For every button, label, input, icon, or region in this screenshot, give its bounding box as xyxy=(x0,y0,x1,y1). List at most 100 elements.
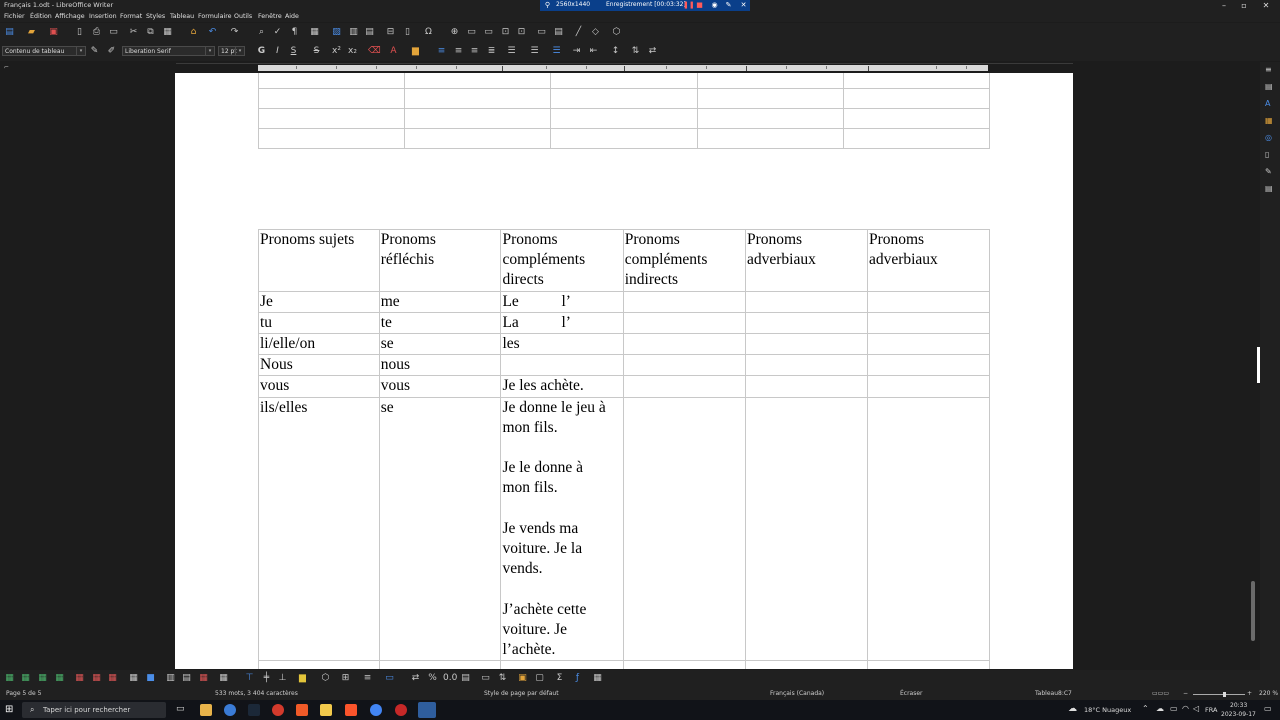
notifications-icon[interactable]: ▭ xyxy=(1264,704,1272,713)
table-cell[interactable]: La l’ xyxy=(500,311,624,335)
table-dialog-icon[interactable]: ▦ xyxy=(592,673,603,684)
align-bottom-icon[interactable]: ⊥ xyxy=(277,673,288,684)
page-count[interactable]: Page 5 de 5 xyxy=(6,690,41,697)
autoformat-styles-icon[interactable]: ⬡ xyxy=(320,673,331,684)
clear-formatting-icon[interactable]: ⌫ xyxy=(368,46,381,57)
stop-icon[interactable]: ■ xyxy=(696,2,703,9)
libreoffice-writer-taskbar-icon[interactable] xyxy=(418,702,436,718)
subscript-icon[interactable]: x₂ xyxy=(347,46,358,57)
align-top-icon[interactable]: ⊤ xyxy=(244,673,255,684)
strikethrough-icon[interactable]: S xyxy=(311,46,322,57)
footnote-icon[interactable]: ▭ xyxy=(466,27,477,38)
insert-image-icon[interactable]: ▨ xyxy=(331,27,342,38)
sort-icon[interactable]: ⇅ xyxy=(497,673,508,684)
volume-icon[interactable]: ◁ xyxy=(1193,704,1199,713)
border-color-icon[interactable]: ▭ xyxy=(384,673,395,684)
basic-shapes-icon[interactable]: ◇ xyxy=(590,27,601,38)
table-cell[interactable]: Je donne le jeu à mon fils. Je le donne … xyxy=(500,396,624,662)
styles-icon[interactable]: A xyxy=(1265,99,1270,108)
table-cell[interactable]: me xyxy=(378,290,502,313)
unprotect-cells-icon[interactable]: ▢ xyxy=(534,673,545,684)
header-cell[interactable]: Pronoms adverbiaux xyxy=(866,229,991,292)
spelling-icon[interactable]: ✓ xyxy=(272,27,283,38)
align-center-icon[interactable]: ≡ xyxy=(453,46,464,57)
endnote-icon[interactable]: ▭ xyxy=(483,27,494,38)
table-cell[interactable] xyxy=(744,333,868,356)
vertical-scrollbar[interactable] xyxy=(1249,63,1257,669)
table-cell[interactable]: vous xyxy=(378,375,502,398)
insert-formula-icon[interactable]: ƒ xyxy=(572,673,583,684)
table-cell[interactable] xyxy=(500,354,624,377)
chrome-icon[interactable] xyxy=(370,704,382,716)
cell-reference[interactable]: Tableau8:C7 xyxy=(1035,690,1072,697)
insert-field-icon[interactable]: ▯ xyxy=(402,27,413,38)
table-cell[interactable]: Je xyxy=(258,290,380,313)
table-cell[interactable]: ils/elles xyxy=(258,396,380,662)
app-icon-yellow[interactable] xyxy=(320,704,332,716)
select-column-icon[interactable]: ▥ xyxy=(165,673,176,684)
open-folder-icon[interactable]: ▰ xyxy=(26,27,37,38)
zoom-level[interactable]: 220 % xyxy=(1259,690,1278,697)
justify-icon[interactable]: ≣ xyxy=(486,46,497,57)
border-style-icon[interactable]: ≡ xyxy=(362,673,373,684)
bold-icon[interactable]: G xyxy=(256,46,267,57)
find-replace-icon[interactable]: ⌕ xyxy=(256,27,267,38)
delete-rows-icon[interactable]: ▦ xyxy=(74,673,85,684)
new-style-icon[interactable]: ✐ xyxy=(106,46,117,57)
table-cell[interactable] xyxy=(622,354,746,377)
menu-outils[interactable]: Outils xyxy=(234,13,252,20)
weather-status[interactable]: 18°C Nuageux xyxy=(1084,706,1131,714)
insert-rows-above-icon[interactable]: ▦ xyxy=(4,673,15,684)
cut-icon[interactable]: ✂ xyxy=(128,27,139,38)
onedrive-icon[interactable]: ☁ xyxy=(1156,704,1164,713)
table-cell[interactable] xyxy=(866,396,991,662)
align-right-icon[interactable]: ≡ xyxy=(469,46,480,57)
paste-icon[interactable]: ▦ xyxy=(162,27,173,38)
obs-icon[interactable] xyxy=(395,704,407,716)
paragraph-spacing-icon[interactable]: ⇅ xyxy=(630,46,641,57)
hyperlink-icon[interactable]: ⊕ xyxy=(449,27,460,38)
document-page[interactable]: Pronoms sujets Pronoms réfléchis Pronoms… xyxy=(175,73,1073,669)
table-cell[interactable] xyxy=(744,311,868,335)
table-cell[interactable] xyxy=(622,311,746,335)
more-options-icon[interactable]: ⇄ xyxy=(647,46,658,57)
clock-date[interactable]: 2023-09-17 xyxy=(1221,711,1256,718)
new-document-icon[interactable]: ▤ xyxy=(4,27,15,38)
battery-icon[interactable]: ▭ xyxy=(1170,704,1178,713)
menu-insertion[interactable]: Insertion xyxy=(89,13,117,20)
app-icon-red[interactable] xyxy=(272,704,284,716)
table-cell[interactable] xyxy=(622,396,746,662)
zoom-slider-thumb[interactable] xyxy=(1223,692,1226,697)
pause-icon[interactable]: ❚❚ xyxy=(683,2,695,9)
task-view-icon[interactable]: ▭ xyxy=(176,704,185,714)
menu-fichier[interactable]: Fichier xyxy=(4,13,25,20)
table-cell[interactable] xyxy=(744,354,868,377)
gallery-icon[interactable]: ▦ xyxy=(1265,116,1273,125)
text-language[interactable]: Français (Canada) xyxy=(770,690,824,697)
table-properties-icon[interactable]: ▤ xyxy=(460,673,471,684)
table-cell[interactable] xyxy=(866,333,991,356)
taskbar-search-box[interactable]: ⌕ Taper ici pour rechercher xyxy=(22,702,166,718)
network-icon[interactable]: ◠ xyxy=(1182,704,1189,713)
table-cell[interactable] xyxy=(866,354,991,377)
header-cell[interactable]: Pronoms réfléchis xyxy=(378,229,502,292)
manage-changes-icon[interactable]: ▤ xyxy=(1265,184,1273,193)
track-changes-icon[interactable]: ▤ xyxy=(553,27,564,38)
zoom-out-icon[interactable]: − xyxy=(1183,690,1188,697)
menu-tableau[interactable]: Tableau xyxy=(170,13,194,20)
insert-columns-before-icon[interactable]: ▦ xyxy=(37,673,48,684)
header-cell[interactable]: Pronoms compléments directs xyxy=(500,229,624,292)
app-icon-orange[interactable] xyxy=(296,704,308,716)
select-table-icon[interactable]: ▦ xyxy=(128,673,139,684)
table-cell[interactable]: li/elle/on xyxy=(258,333,380,356)
bookmark-icon[interactable]: ⊡ xyxy=(500,27,511,38)
minimize-button[interactable]: – xyxy=(1214,0,1234,11)
table-cell[interactable] xyxy=(866,311,991,335)
bullet-list-icon[interactable]: ☰ xyxy=(506,46,517,57)
save-icon[interactable]: ▣ xyxy=(48,27,59,38)
highlight-color-icon[interactable]: ▆ xyxy=(410,46,421,57)
undo-icon[interactable]: ↶ xyxy=(207,27,218,38)
header-cell[interactable]: Pronoms compléments indirects xyxy=(622,229,746,292)
table-cell[interactable] xyxy=(744,396,868,662)
windows-start-icon[interactable]: ⊞ xyxy=(5,704,13,715)
